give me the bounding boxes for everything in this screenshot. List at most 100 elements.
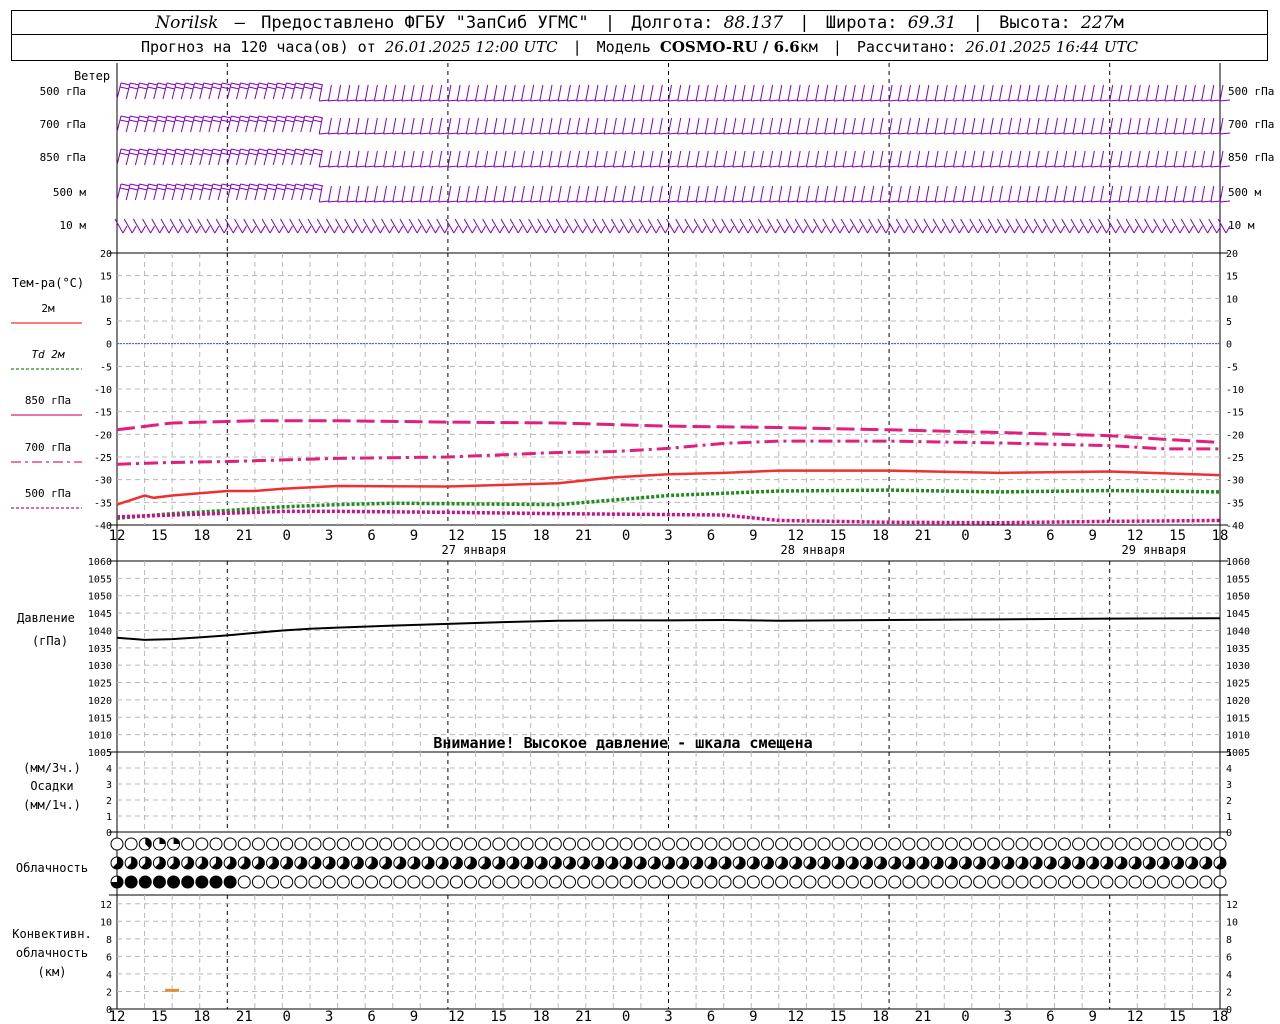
wind-barb-flag xyxy=(894,225,900,234)
wind-barb-flag xyxy=(328,200,339,203)
wind-barb-flag xyxy=(159,225,165,234)
wind-barb-shaft xyxy=(410,185,415,203)
cloud-symbol xyxy=(690,837,704,851)
wind-barb-flag xyxy=(787,132,799,135)
wind-barb-flag xyxy=(935,200,946,203)
wind-barb xyxy=(897,150,909,168)
wind-barb-flag xyxy=(628,225,633,234)
wind-barb-shaft xyxy=(585,185,590,203)
hour-tick-bottom: 6 xyxy=(367,1009,375,1024)
cloud-symbol xyxy=(1128,875,1142,889)
wind-barb-flag xyxy=(618,225,624,234)
wind-barb-shaft xyxy=(518,218,528,234)
cloud-circle xyxy=(308,837,322,851)
pressure-tick-right: 1015 xyxy=(1226,713,1250,724)
cloud-symbol xyxy=(322,837,336,851)
cloud-symbol xyxy=(152,837,166,851)
wind-barb xyxy=(557,150,569,168)
wind-barb xyxy=(1017,185,1028,203)
wind-barb-flag xyxy=(475,132,486,135)
cloud-symbol xyxy=(563,837,577,851)
wind-barb-shaft xyxy=(236,183,241,201)
wind-barb xyxy=(704,185,716,203)
wind-barb-flag xyxy=(1133,225,1139,234)
temp-tick-right: -15 xyxy=(1226,408,1244,419)
wind-barb-flag xyxy=(1164,99,1175,102)
wind-barb xyxy=(631,185,642,203)
wind-barb xyxy=(318,117,330,135)
wind-barb-flag xyxy=(701,225,707,234)
wind-barb-shaft xyxy=(629,218,639,234)
wind-barb xyxy=(1100,117,1111,135)
wind-barb-flag xyxy=(429,165,440,168)
wind-barb-shaft xyxy=(1191,117,1196,135)
wind-barb xyxy=(897,84,909,102)
wind-barb xyxy=(980,150,992,168)
wind-barb-shaft xyxy=(364,117,369,135)
cloud-symbol xyxy=(1213,875,1227,889)
wind-barb xyxy=(327,84,339,102)
wind-barb-shaft xyxy=(557,84,562,102)
wind-barb-flag xyxy=(714,99,725,102)
wind-barb xyxy=(916,185,927,203)
wind-barb xyxy=(741,185,753,203)
wind-barb-flag xyxy=(1128,165,1139,168)
wind-barb xyxy=(842,84,854,102)
wind-barb xyxy=(346,117,357,135)
cloud-symbol xyxy=(237,875,251,889)
wind-barb-flag xyxy=(1026,165,1038,168)
wind-barb-shaft xyxy=(401,185,406,203)
wind-barb xyxy=(1118,150,1129,168)
wind-barb xyxy=(1127,150,1139,168)
cloud-symbol xyxy=(520,856,534,870)
wind-barb-flag xyxy=(889,200,900,203)
cloud-symbol xyxy=(789,875,803,889)
wind-barb-flag xyxy=(751,165,762,168)
wind-barb-shaft xyxy=(576,185,581,203)
cloud-symbol xyxy=(520,875,534,889)
wind-barb-flag xyxy=(150,225,156,234)
wind-barb-shaft xyxy=(886,218,896,234)
wind-barb-shaft xyxy=(861,185,866,203)
wind-barb-shaft xyxy=(564,218,574,234)
wind-barb-shaft xyxy=(1173,150,1178,168)
wind-barb-shaft xyxy=(114,218,124,234)
wind-barb-flag xyxy=(613,99,624,102)
wind-barb-flag xyxy=(696,99,707,102)
wind-barb-shaft xyxy=(383,185,388,203)
wind-barb-flag xyxy=(457,132,468,135)
wind-barb-shaft xyxy=(1100,150,1105,168)
cloud-symbol xyxy=(237,837,251,851)
wind-barb xyxy=(851,185,863,203)
wind-barb xyxy=(870,117,881,135)
wind-barb xyxy=(713,84,725,102)
wind-barb xyxy=(1054,185,1065,203)
wind-barb-flag xyxy=(977,225,983,234)
wind-barb xyxy=(787,185,799,203)
wind-barb-shaft xyxy=(684,218,694,234)
wind-barb-shaft xyxy=(776,218,786,234)
cloud-circle xyxy=(1185,837,1199,851)
wind-barb-flag xyxy=(806,200,817,203)
wind-barb-shaft xyxy=(610,218,620,234)
cloud-circle xyxy=(690,875,704,889)
wind-barb-flag xyxy=(1050,225,1056,234)
wind-barb-flag xyxy=(1152,225,1157,234)
cloud-symbol xyxy=(322,856,336,870)
cloud-circle xyxy=(1043,837,1057,851)
wind-barb-flag xyxy=(319,99,330,102)
cloud-circle xyxy=(421,837,435,851)
cloud-circle xyxy=(110,837,124,851)
wind-barb-shaft xyxy=(998,185,1003,203)
wind-barb-shaft xyxy=(916,117,921,135)
wind-barb-flag xyxy=(990,132,1001,135)
wind-barb-shaft xyxy=(566,185,571,203)
cloud-symbol xyxy=(760,856,774,870)
wind-barb xyxy=(778,117,789,135)
wind-barb-flag xyxy=(122,225,128,234)
cloud-symbol xyxy=(1015,875,1029,889)
wind-barb-flag xyxy=(1082,200,1093,203)
cloud-symbol xyxy=(393,856,407,870)
cloud-symbol xyxy=(591,856,605,870)
cloud-symbol xyxy=(577,856,591,870)
